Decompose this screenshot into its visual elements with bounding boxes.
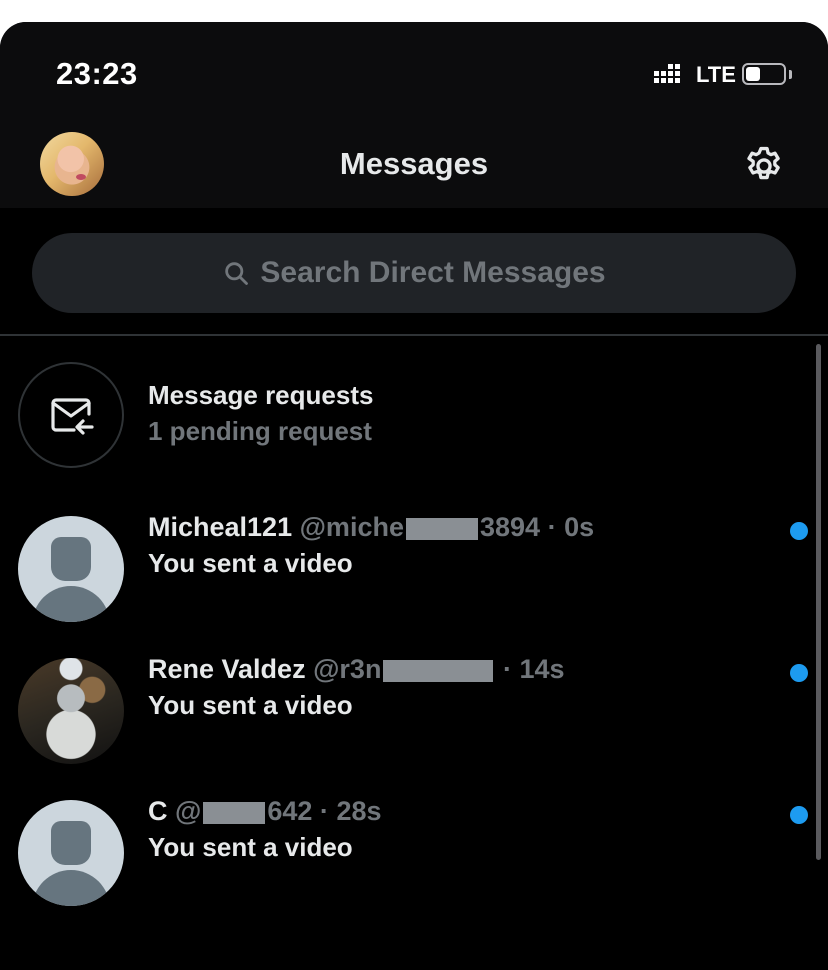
unread-dot	[790, 806, 808, 824]
conversation-header: Micheal121 @miche 3894 · 0s	[148, 512, 595, 542]
avatar[interactable]	[18, 658, 124, 764]
battery-level	[746, 67, 760, 81]
message-requests-button[interactable]	[18, 362, 124, 468]
page-title: Messages	[339, 146, 489, 181]
message-requests-subtitle: 1 pending request	[148, 416, 372, 446]
search-input[interactable]: Search Direct Messages	[32, 233, 796, 313]
redacted-block	[405, 517, 478, 540]
conversation-time: 28s	[336, 796, 382, 826]
conversation-row[interactable]: C @642 · 28s You sent a video	[0, 786, 828, 926]
conversation-header: Rene Valdez @r3n · 14s	[148, 654, 565, 684]
divider	[0, 334, 828, 336]
conversation-name: C	[148, 796, 168, 826]
conversation-handle: @miche 3894	[299, 512, 541, 542]
conversation-handle: @r3n	[313, 654, 495, 684]
battery-icon	[742, 63, 786, 85]
search-icon	[225, 262, 249, 285]
unread-dot	[790, 522, 808, 540]
conversation-name: Micheal121	[148, 512, 293, 542]
signal-icon	[654, 64, 680, 83]
gear-icon[interactable]	[742, 144, 786, 188]
conversation-time: 14s	[519, 654, 565, 684]
battery-tip	[789, 70, 792, 79]
redacted-block	[203, 801, 266, 824]
search-placeholder: Search Direct Messages	[260, 256, 606, 289]
conversation-row[interactable]: Rene Valdez @r3n · 14s You sent a video	[0, 644, 828, 784]
message-requests-title[interactable]: Message requests	[148, 380, 373, 411]
unread-dot	[790, 664, 808, 682]
conversation-row[interactable]: Micheal121 @miche 3894 · 0s You sent a vi…	[0, 502, 828, 642]
conversation-header: C @642 · 28s	[148, 796, 382, 826]
network-label: LTE	[696, 62, 736, 87]
conversation-time: 0s	[564, 512, 595, 542]
conversation-name: Rene Valdez	[148, 654, 306, 684]
dm-screen: 23:23 LTE Messages Search Direct Message…	[0, 22, 828, 970]
conversation-handle: @642	[175, 796, 313, 826]
conversation-preview: You sent a video	[148, 690, 353, 720]
avatar[interactable]	[18, 516, 124, 622]
conversation-preview: You sent a video	[148, 832, 353, 862]
redacted-block	[383, 659, 494, 682]
avatar[interactable]	[18, 800, 124, 906]
conversation-preview: You sent a video	[148, 548, 353, 578]
mail-arrow-icon	[51, 398, 94, 435]
status-time: 23:23	[56, 56, 138, 91]
